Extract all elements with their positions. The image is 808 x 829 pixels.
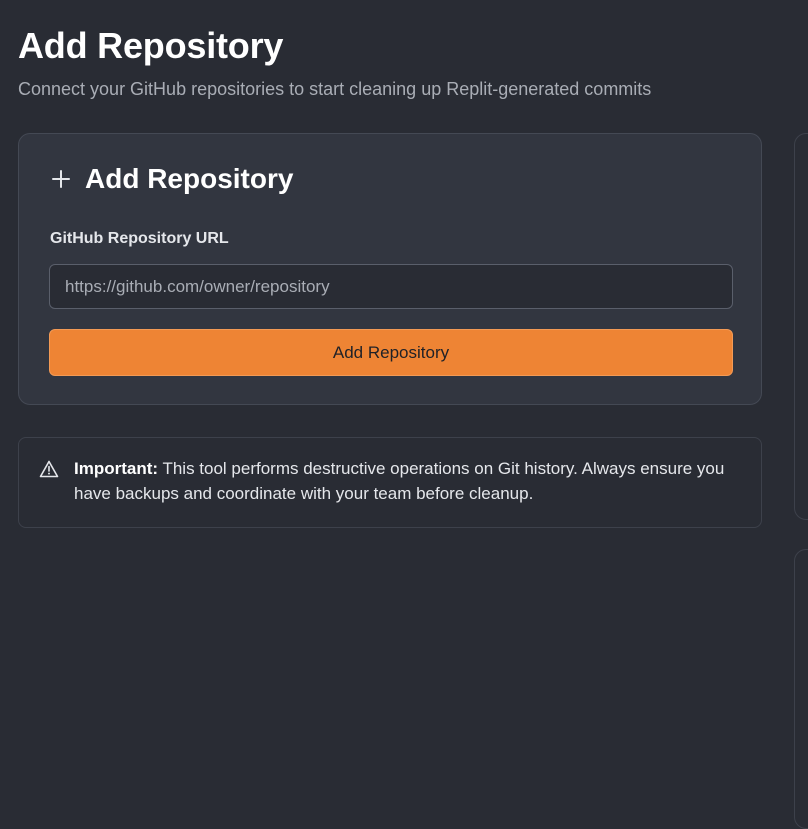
warning-triangle-icon	[39, 459, 59, 479]
plus-icon	[50, 168, 72, 190]
card-header: Add Repository	[50, 160, 293, 198]
page-title: Add Repository	[18, 25, 284, 66]
add-repository-button[interactable]: Add Repository	[49, 329, 733, 376]
page-subtitle: Connect your GitHub repositories to star…	[18, 79, 652, 99]
side-panel-card	[794, 549, 808, 829]
side-panel-card	[794, 133, 808, 520]
repository-url-input[interactable]	[49, 264, 733, 309]
alert-strong-label: Important:	[74, 459, 159, 478]
url-field-label: GitHub Repository URL	[50, 230, 229, 247]
add-repository-card: Add Repository GitHub Repository URL Add…	[18, 133, 762, 405]
alert-body-text: This tool performs destructive operation…	[74, 459, 725, 503]
alert-message: Important: This tool performs destructiv…	[74, 456, 754, 506]
important-alert: Important: This tool performs destructiv…	[18, 437, 762, 528]
card-title: Add Repository	[85, 163, 294, 194]
